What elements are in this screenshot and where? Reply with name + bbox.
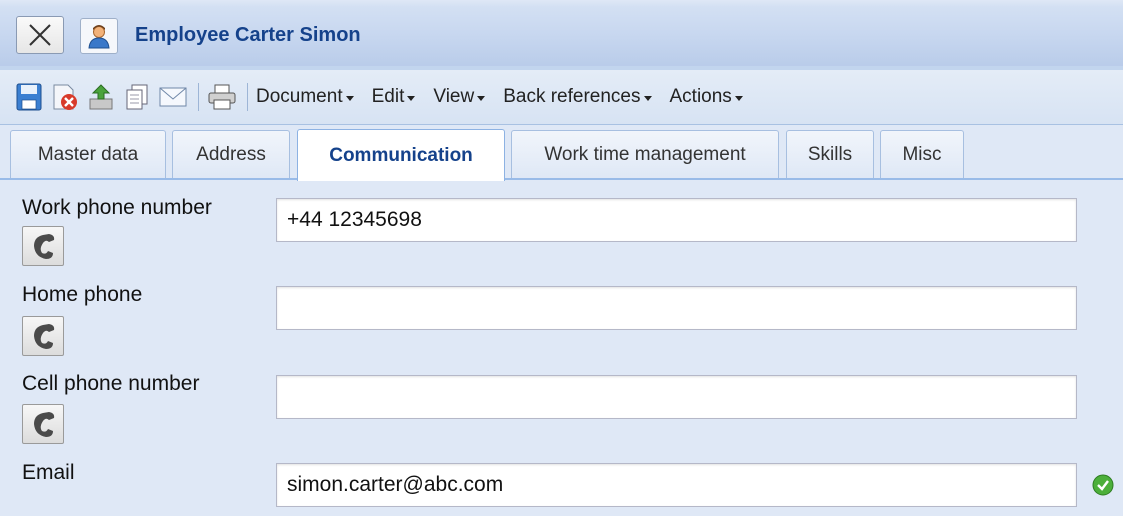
tab-label: Skills bbox=[807, 143, 853, 165]
tab-address[interactable]: Address bbox=[172, 130, 290, 178]
chevron-down-icon bbox=[643, 96, 652, 101]
chevron-down-icon bbox=[407, 96, 416, 101]
chevron-down-icon bbox=[477, 96, 486, 101]
phone-icon bbox=[34, 324, 55, 349]
close-button[interactable] bbox=[16, 16, 64, 54]
print-icon[interactable] bbox=[207, 80, 237, 114]
home-phone-call-button[interactable] bbox=[22, 316, 64, 356]
upload-icon[interactable] bbox=[86, 80, 116, 114]
menu-label: Edit bbox=[371, 86, 405, 107]
tab-work-time-management[interactable]: Work time management bbox=[511, 130, 779, 178]
tab-communication[interactable]: Communication bbox=[297, 129, 505, 181]
work-phone-field[interactable] bbox=[276, 198, 1077, 242]
communication-form: Work phone number Home phone Cell phone … bbox=[0, 182, 1123, 516]
menu-view[interactable]: View bbox=[433, 86, 486, 108]
menu-document[interactable]: Document bbox=[256, 86, 354, 108]
toolbar: Document Edit View Back references Actio… bbox=[0, 70, 1123, 125]
menu-actions[interactable]: Actions bbox=[670, 86, 743, 108]
cell-phone-field[interactable] bbox=[276, 375, 1077, 419]
toolbar-separator bbox=[198, 83, 199, 111]
cell-phone-call-button[interactable] bbox=[22, 404, 64, 444]
copy-icon[interactable] bbox=[122, 80, 152, 114]
work-phone-label: Work phone number bbox=[22, 196, 212, 219]
window-titlebar: Employee Carter Simon bbox=[0, 0, 1123, 70]
window-title: Employee Carter Simon bbox=[135, 24, 361, 46]
menu-label: Actions bbox=[669, 86, 732, 107]
menu-edit[interactable]: Edit bbox=[372, 86, 416, 108]
tab-label: Address bbox=[196, 143, 266, 165]
phone-icon bbox=[34, 234, 55, 259]
tab-label: Misc bbox=[902, 143, 942, 165]
chevron-down-icon bbox=[734, 96, 743, 101]
tab-misc[interactable]: Misc bbox=[880, 130, 964, 178]
check-valid-icon bbox=[1092, 474, 1114, 496]
delete-icon[interactable] bbox=[50, 80, 80, 114]
menu-label: View bbox=[433, 86, 475, 107]
menu-back-references[interactable]: Back references bbox=[503, 86, 652, 108]
close-icon bbox=[29, 24, 51, 46]
tab-label: Communication bbox=[329, 144, 473, 166]
toolbar-separator bbox=[247, 83, 248, 111]
email-field[interactable] bbox=[276, 463, 1077, 507]
save-icon[interactable] bbox=[14, 80, 44, 114]
email-label: Email bbox=[22, 461, 75, 484]
chevron-down-icon bbox=[345, 96, 354, 101]
email-icon[interactable] bbox=[158, 80, 188, 114]
work-phone-call-button[interactable] bbox=[22, 226, 64, 266]
menu-label: Back references bbox=[503, 86, 641, 107]
tab-strip: Master data Address Communication Work t… bbox=[0, 125, 1123, 181]
tab-master-data[interactable]: Master data bbox=[10, 130, 166, 178]
home-phone-field[interactable] bbox=[276, 286, 1077, 330]
home-phone-label: Home phone bbox=[22, 283, 143, 306]
employee-person-icon bbox=[80, 18, 118, 54]
tab-label: Master data bbox=[37, 143, 139, 165]
tab-label: Work time management bbox=[544, 143, 746, 165]
cell-phone-label: Cell phone number bbox=[22, 372, 200, 395]
tab-skills[interactable]: Skills bbox=[786, 130, 874, 178]
menu-label: Document bbox=[256, 86, 343, 107]
phone-icon bbox=[34, 412, 55, 437]
